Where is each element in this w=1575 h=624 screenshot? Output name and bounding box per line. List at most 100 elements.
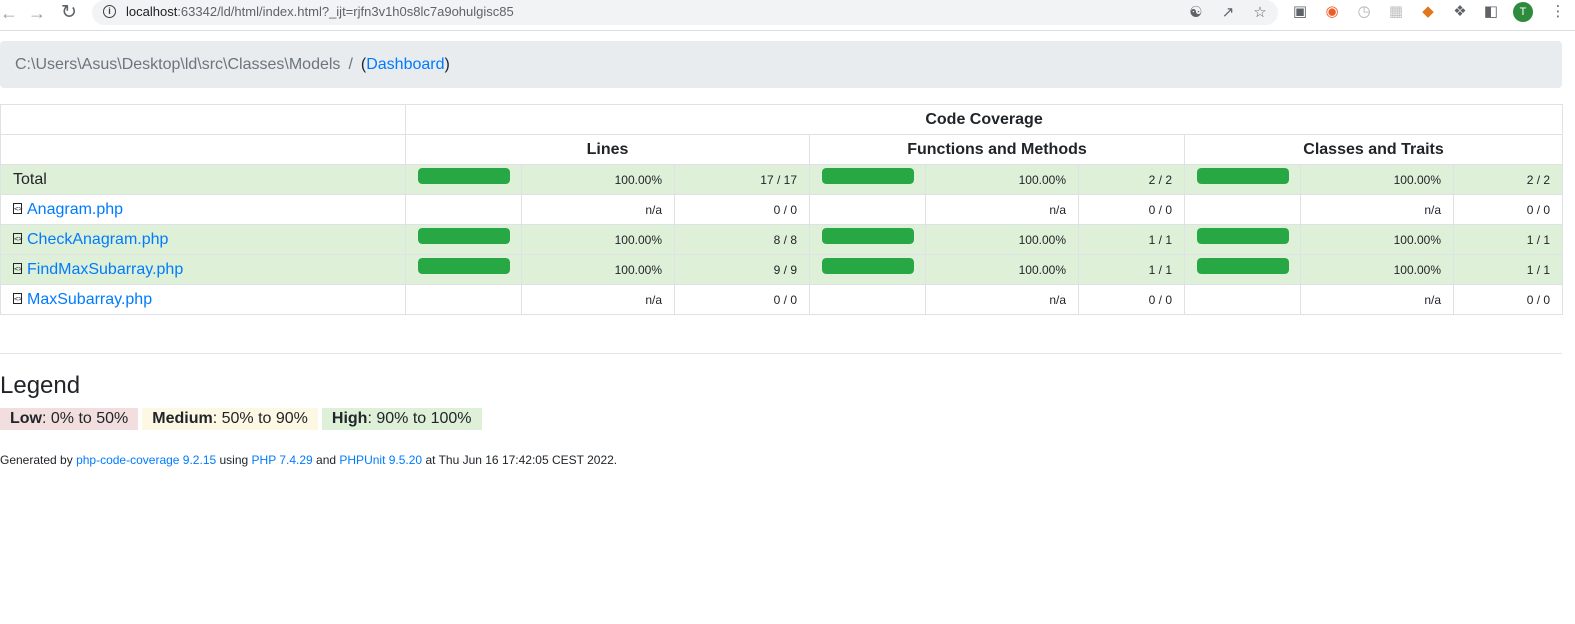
legend-medium: Medium: 50% to 90% bbox=[142, 408, 318, 430]
browser-toolbar: ← → ↻ i localhost:63342/ld/html/index.ht… bbox=[0, 0, 1575, 26]
functions-count: 1 / 1 bbox=[1078, 254, 1185, 285]
extension-timer-icon[interactable]: ◷ bbox=[1354, 2, 1374, 22]
back-arrow-icon[interactable]: ← bbox=[0, 2, 20, 24]
coverage-progress-bar bbox=[418, 228, 510, 244]
coverage-progress-fill bbox=[1197, 228, 1289, 244]
legend-low: Low: 0% to 50% bbox=[0, 408, 139, 430]
table-row: <> FindMaxSubarray.php 100.00% 9 / 9 100.00%… bbox=[0, 254, 1564, 285]
file-link[interactable]: MaxSubarray.php bbox=[27, 291, 152, 308]
table-row: Total 100.00% 17 / 17 100.00% 2 / 2 100.00% 2 … bbox=[0, 164, 1564, 195]
lines-count: 0 / 0 bbox=[674, 284, 810, 315]
breadcrumb-path: C:\Users\Asus\Desktop\ld\src\Classes\Mod… bbox=[15, 56, 341, 73]
coverage-progress-fill bbox=[1197, 258, 1289, 274]
file-code-icon: <> bbox=[13, 202, 23, 214]
lines-percent: 100.00% bbox=[521, 224, 675, 255]
functions-percent: n/a bbox=[925, 284, 1079, 315]
file-name-cell: <> FindMaxSubarray.php bbox=[0, 254, 406, 285]
file-link[interactable]: CheckAnagram.php bbox=[27, 231, 168, 248]
extension-lifebuoy-icon[interactable]: ◉ bbox=[1322, 2, 1342, 22]
lines-percent: n/a bbox=[521, 284, 675, 315]
extensions-puzzle-icon[interactable]: ❖ bbox=[1450, 2, 1470, 22]
coverage-progress-fill bbox=[418, 168, 510, 184]
coverage-progress-bar bbox=[822, 228, 914, 244]
extension-grid-icon[interactable]: ▦ bbox=[1386, 2, 1406, 22]
share-icon[interactable]: ↗ bbox=[1218, 3, 1238, 23]
functions-count: 2 / 2 bbox=[1078, 164, 1185, 195]
functions-bar-cell bbox=[809, 194, 926, 225]
profile-avatar[interactable]: T bbox=[1513, 2, 1533, 22]
functions-count: 0 / 0 bbox=[1078, 194, 1185, 225]
dashboard-link[interactable]: Dashboard bbox=[366, 56, 444, 73]
coverage-progress-bar bbox=[418, 168, 510, 184]
lines-bar-cell bbox=[405, 254, 522, 285]
lines-header: Lines bbox=[405, 134, 810, 165]
classes-count: 2 / 2 bbox=[1452, 164, 1564, 195]
footer: Generated by php-code-coverage 9.2.15 us… bbox=[0, 453, 618, 467]
lines-count: 9 / 9 bbox=[674, 254, 810, 285]
classes-bar-cell bbox=[1184, 164, 1301, 195]
menu-kebab-icon[interactable]: ⋮ bbox=[1548, 2, 1568, 22]
functions-percent: 100.00% bbox=[925, 254, 1079, 285]
functions-bar-cell bbox=[809, 224, 926, 255]
table-row: <> Anagram.php n/a 0 / 0 n/a 0 / 0 n/a 0 / 0 bbox=[0, 194, 1564, 225]
classes-percent: 100.00% bbox=[1300, 254, 1454, 285]
coverage-progress-bar bbox=[1197, 168, 1289, 184]
side-panel-icon[interactable]: ◧ bbox=[1481, 2, 1501, 22]
coverage-progress-fill bbox=[822, 258, 914, 274]
url-text[interactable]: localhost:63342/ld/html/index.html?_ijt=… bbox=[126, 4, 514, 19]
classes-bar-cell bbox=[1184, 284, 1301, 315]
lines-bar-cell bbox=[405, 284, 522, 315]
lines-bar-cell bbox=[405, 224, 522, 255]
toolbar-divider bbox=[0, 30, 1575, 31]
functions-header: Functions and Methods bbox=[809, 134, 1185, 165]
breadcrumb: C:\Users\Asus\Desktop\ld\src\Classes\Mod… bbox=[0, 41, 1562, 88]
functions-count: 1 / 1 bbox=[1078, 224, 1185, 255]
file-code-icon: <> bbox=[13, 292, 23, 304]
lines-count: 0 / 0 bbox=[674, 194, 810, 225]
functions-percent: n/a bbox=[925, 194, 1079, 225]
forward-arrow-icon[interactable]: → bbox=[26, 2, 48, 24]
bookmark-star-icon[interactable]: ☆ bbox=[1250, 3, 1270, 23]
php-code-coverage-link[interactable]: php-code-coverage 9.2.15 bbox=[76, 453, 216, 467]
classes-header: Classes and Traits bbox=[1183, 134, 1564, 165]
coverage-progress-fill bbox=[418, 258, 510, 274]
classes-count: 1 / 1 bbox=[1452, 224, 1564, 255]
lines-percent: n/a bbox=[521, 194, 675, 225]
coverage-progress-fill bbox=[822, 228, 914, 244]
coverage-progress-fill bbox=[822, 168, 914, 184]
classes-percent: 100.00% bbox=[1300, 224, 1454, 255]
lines-count: 17 / 17 bbox=[674, 164, 810, 195]
classes-percent: n/a bbox=[1300, 284, 1454, 315]
extension-camera-icon[interactable]: ▣ bbox=[1290, 2, 1310, 22]
site-info-icon[interactable]: i bbox=[103, 5, 116, 18]
file-link[interactable]: FindMaxSubarray.php bbox=[27, 261, 183, 278]
functions-bar-cell bbox=[809, 284, 926, 315]
classes-count: 0 / 0 bbox=[1452, 284, 1564, 315]
classes-count: 1 / 1 bbox=[1452, 254, 1564, 285]
file-name-cell: Total bbox=[0, 164, 406, 195]
php-link[interactable]: PHP 7.4.29 bbox=[252, 453, 313, 467]
file-name-cell: <> Anagram.php bbox=[0, 194, 406, 225]
functions-bar-cell bbox=[809, 254, 926, 285]
translate-icon[interactable]: ☯ bbox=[1186, 3, 1206, 23]
legend-title: Legend bbox=[0, 372, 81, 399]
metamask-fox-icon[interactable]: ◆ bbox=[1418, 2, 1438, 22]
file-name-cell: <> CheckAnagram.php bbox=[0, 224, 406, 255]
table-row: <> CheckAnagram.php 100.00% 8 / 8 100.00% 1 /… bbox=[0, 224, 1564, 255]
legend: Low: 0% to 50% Medium: 50% to 90% High: 90… bbox=[0, 408, 486, 430]
coverage-progress-bar bbox=[1197, 228, 1289, 244]
header-empty-cell bbox=[0, 134, 406, 165]
lines-bar-cell bbox=[405, 194, 522, 225]
classes-count: 0 / 0 bbox=[1452, 194, 1564, 225]
functions-percent: 100.00% bbox=[925, 224, 1079, 255]
file-code-icon: <> bbox=[13, 262, 23, 274]
table-row: <> MaxSubarray.php n/a 0 / 0 n/a 0 / 0 n/a 0 / … bbox=[0, 284, 1564, 315]
legend-high: High: 90% to 100% bbox=[321, 408, 482, 430]
phpunit-link[interactable]: PHPUnit 9.5.20 bbox=[339, 453, 422, 467]
address-bar[interactable]: i localhost:63342/ld/html/index.html?_ij… bbox=[92, 0, 1278, 25]
file-link[interactable]: Anagram.php bbox=[27, 201, 123, 218]
divider bbox=[0, 353, 1562, 354]
coverage-progress-fill bbox=[1197, 168, 1289, 184]
reload-icon[interactable]: ↻ bbox=[58, 2, 80, 24]
classes-bar-cell bbox=[1184, 194, 1301, 225]
